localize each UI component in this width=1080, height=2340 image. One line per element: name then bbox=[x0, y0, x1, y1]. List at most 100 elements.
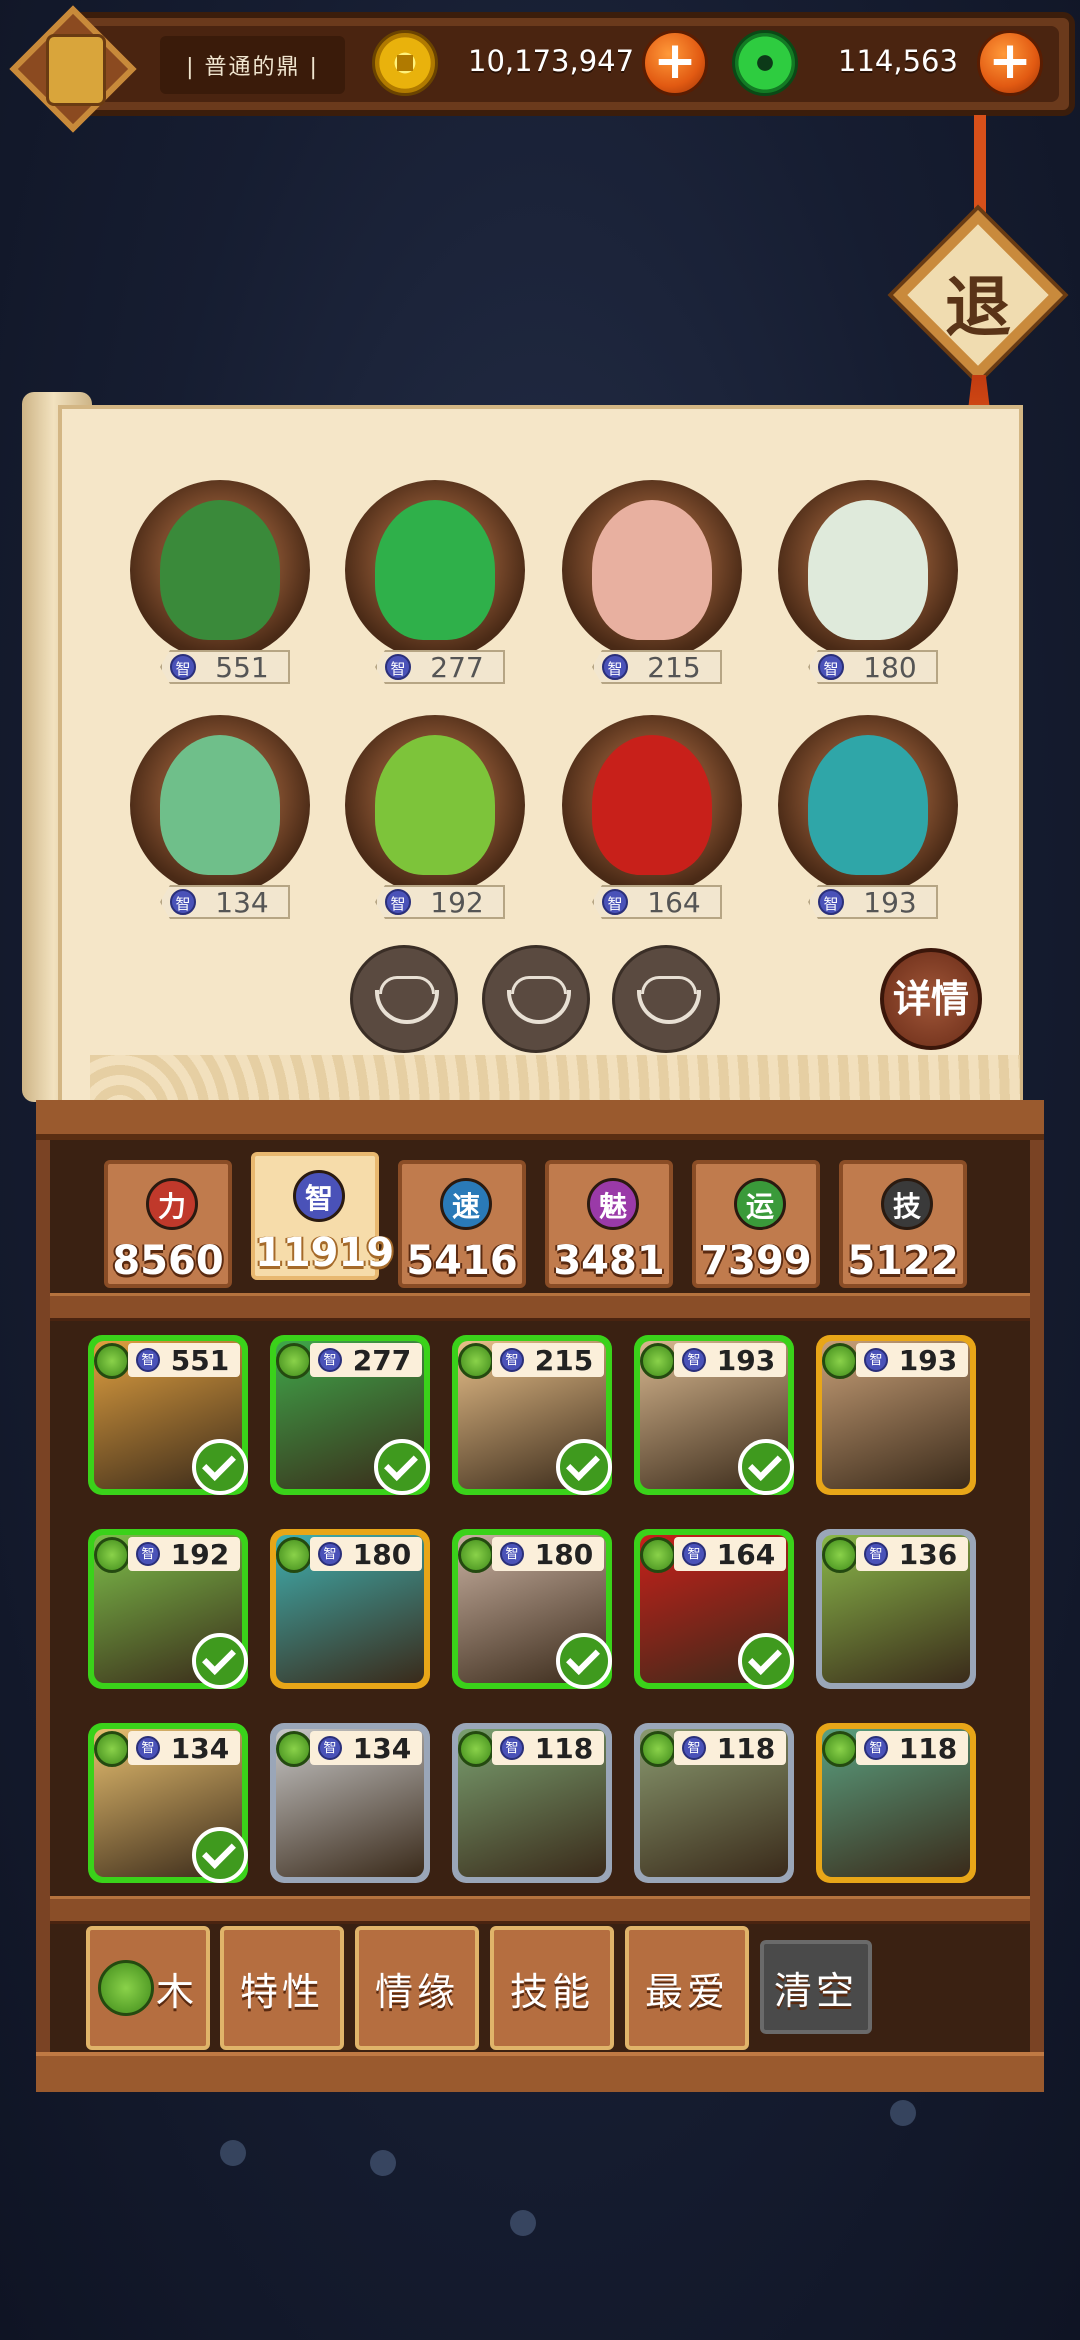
iq-icon: 智 bbox=[385, 889, 411, 915]
hero-iq-stat: 智 134 bbox=[160, 885, 290, 919]
stat-value: 5416 bbox=[406, 1238, 518, 1284]
team-hero-slot[interactable]: 智 134 bbox=[130, 715, 310, 925]
team-hero-slot[interactable]: 智 551 bbox=[130, 480, 310, 690]
hero-iq-value: 192 bbox=[430, 885, 484, 919]
wood-leaf-icon bbox=[640, 1537, 676, 1573]
empty-slot-bowl-icon[interactable] bbox=[612, 945, 720, 1053]
wood-leaf-icon bbox=[97, 1960, 154, 2016]
hero-card[interactable]: 智 180 bbox=[270, 1529, 430, 1689]
check-icon bbox=[738, 1633, 794, 1689]
bond-filter-button[interactable]: 情缘 bbox=[355, 1926, 479, 2050]
hero-portrait bbox=[808, 500, 928, 640]
element-filter-button[interactable]: 木 bbox=[86, 1926, 210, 2050]
card-iq-stat: 智 134 bbox=[128, 1731, 240, 1765]
hero-iq-stat: 智 277 bbox=[375, 650, 505, 684]
stat-tab[interactable]: 魅 3481 bbox=[545, 1160, 673, 1288]
hero-portrait bbox=[375, 735, 495, 875]
team-hero-slot[interactable]: 智 164 bbox=[562, 715, 742, 925]
hero-iq-stat: 智 164 bbox=[592, 885, 722, 919]
hero-card[interactable]: 智 118 bbox=[452, 1723, 612, 1883]
iq-icon: 智 bbox=[136, 1542, 160, 1566]
stat-tab[interactable]: 力 8560 bbox=[104, 1160, 232, 1288]
stat-icon: 力 bbox=[146, 1178, 198, 1230]
wood-leaf-icon bbox=[276, 1343, 312, 1379]
add-gold-button[interactable]: + bbox=[642, 30, 708, 96]
stat-icon: 智 bbox=[293, 1170, 345, 1222]
iq-icon: 智 bbox=[864, 1736, 888, 1760]
wood-leaf-icon bbox=[458, 1537, 494, 1573]
team-hero-slot[interactable]: 智 180 bbox=[778, 480, 958, 690]
hero-portrait bbox=[160, 500, 280, 640]
card-iq-value: 134 bbox=[352, 1731, 412, 1765]
hero-iq-stat: 智 215 bbox=[592, 650, 722, 684]
team-hero-slot[interactable]: 智 215 bbox=[562, 480, 742, 690]
iq-icon: 智 bbox=[318, 1736, 342, 1760]
hero-card[interactable]: 智 134 bbox=[270, 1723, 430, 1883]
hero-card[interactable]: 智 215 bbox=[452, 1335, 612, 1495]
add-jade-button[interactable]: + bbox=[977, 30, 1043, 96]
card-iq-value: 192 bbox=[170, 1537, 230, 1571]
iq-icon: 智 bbox=[682, 1542, 706, 1566]
stat-tab[interactable]: 智 11919 bbox=[251, 1152, 395, 1280]
card-iq-value: 277 bbox=[352, 1343, 412, 1377]
wood-leaf-icon bbox=[822, 1343, 858, 1379]
iq-icon: 智 bbox=[818, 654, 844, 680]
hero-card[interactable]: 智 193 bbox=[634, 1335, 794, 1495]
hero-card[interactable]: 智 164 bbox=[634, 1529, 794, 1689]
card-iq-value: 551 bbox=[170, 1343, 230, 1377]
shelf-rail bbox=[50, 1293, 1030, 1321]
card-iq-stat: 智 118 bbox=[492, 1731, 604, 1765]
stat-tab[interactable]: 技 5122 bbox=[839, 1160, 967, 1288]
trait-filter-button[interactable]: 特性 bbox=[220, 1926, 344, 2050]
empty-slot-bowl-icon[interactable] bbox=[350, 945, 458, 1053]
stat-tab[interactable]: 运 7399 bbox=[692, 1160, 820, 1288]
hero-iq-stat: 智 193 bbox=[808, 885, 938, 919]
hero-card[interactable]: 智 193 bbox=[816, 1335, 976, 1495]
detail-button[interactable]: 详情 bbox=[880, 948, 982, 1050]
card-iq-stat: 智 193 bbox=[856, 1343, 968, 1377]
check-icon bbox=[374, 1439, 430, 1495]
stat-icon: 技 bbox=[881, 1178, 933, 1230]
card-iq-value: 118 bbox=[534, 1731, 594, 1765]
favorite-filter-button[interactable]: 最爱 bbox=[625, 1926, 749, 2050]
element-filter-label: 木 bbox=[155, 1969, 198, 2014]
hero-card[interactable]: 智 136 bbox=[816, 1529, 976, 1689]
clear-button[interactable]: 清空 bbox=[760, 1940, 872, 2034]
card-iq-value: 193 bbox=[716, 1343, 776, 1377]
card-iq-value: 136 bbox=[898, 1537, 958, 1571]
team-hero-slot[interactable]: 智 192 bbox=[345, 715, 525, 925]
card-iq-stat: 智 192 bbox=[128, 1537, 240, 1571]
hero-card[interactable]: 智 192 bbox=[88, 1529, 248, 1689]
iq-icon: 智 bbox=[500, 1736, 524, 1760]
team-hero-slot[interactable]: 智 193 bbox=[778, 715, 958, 925]
card-iq-value: 193 bbox=[898, 1343, 958, 1377]
card-iq-value: 180 bbox=[534, 1537, 594, 1571]
iq-icon: 智 bbox=[170, 654, 196, 680]
stat-icon: 运 bbox=[734, 1178, 786, 1230]
stat-value: 5122 bbox=[847, 1238, 959, 1284]
hero-card[interactable]: 智 277 bbox=[270, 1335, 430, 1495]
wood-leaf-icon bbox=[94, 1343, 130, 1379]
hero-iq-value: 180 bbox=[863, 650, 917, 684]
team-hero-slot[interactable]: 智 277 bbox=[345, 480, 525, 690]
wood-leaf-icon bbox=[94, 1731, 130, 1767]
card-iq-stat: 智 118 bbox=[674, 1731, 786, 1765]
exit-button[interactable]: 退 bbox=[893, 210, 1063, 380]
constellation-star bbox=[370, 2150, 396, 2176]
stat-tab[interactable]: 速 5416 bbox=[398, 1160, 526, 1288]
hero-card[interactable]: 智 180 bbox=[452, 1529, 612, 1689]
check-icon bbox=[192, 1633, 248, 1689]
empty-slot-bowl-icon[interactable] bbox=[482, 945, 590, 1053]
gold-coin-icon bbox=[372, 30, 438, 96]
hero-card[interactable]: 智 551 bbox=[88, 1335, 248, 1495]
stat-value: 11919 bbox=[255, 1230, 395, 1276]
skill-filter-button[interactable]: 技能 bbox=[490, 1926, 614, 2050]
card-iq-value: 134 bbox=[170, 1731, 230, 1765]
card-iq-stat: 智 193 bbox=[674, 1343, 786, 1377]
hero-card[interactable]: 智 118 bbox=[634, 1723, 794, 1883]
hero-iq-value: 134 bbox=[215, 885, 269, 919]
hero-card[interactable]: 智 118 bbox=[816, 1723, 976, 1883]
hero-card[interactable]: 智 134 bbox=[88, 1723, 248, 1883]
cauldron-badge-icon[interactable] bbox=[8, 4, 138, 134]
card-iq-value: 180 bbox=[352, 1537, 412, 1571]
